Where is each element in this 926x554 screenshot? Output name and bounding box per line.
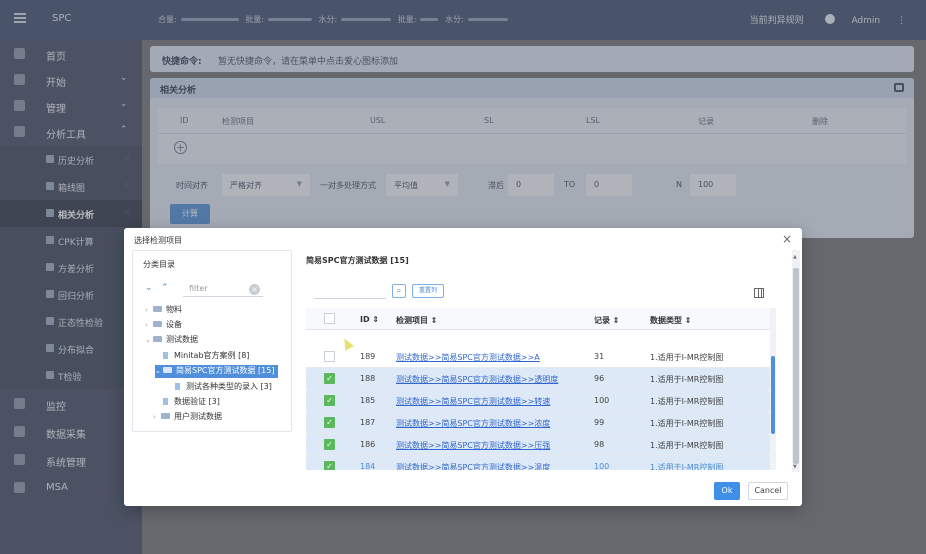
file-icon bbox=[163, 398, 168, 405]
cell-item-link[interactable]: 测试数据>>简易SPC官方测试数据>>转速 bbox=[396, 396, 550, 407]
cell-type: 1.适用于I-MR控制图 bbox=[650, 397, 724, 406]
row-checkbox[interactable]: ✓ bbox=[324, 439, 335, 450]
tree-node-validation[interactable]: 数据验证 [3] bbox=[163, 396, 220, 409]
header-label: 检测项目 bbox=[396, 316, 428, 325]
select-item-dialog: 选择检测项目 × 分类目录 ⌄ ⌃ filter × › 物料 › 设备 ⌄ 测试数据… bbox=[124, 228, 802, 506]
cell-records: 100 bbox=[594, 396, 610, 405]
folder-open-icon bbox=[153, 336, 162, 342]
cell-item-link[interactable]: 测试数据>>简易SPC官方测试数据>>温度 bbox=[396, 462, 550, 470]
cell-item-link[interactable]: 测试数据>>简易SPC官方测试数据>>浓度 bbox=[396, 418, 550, 429]
tree-label: 简易SPC官方测试数据 [15] bbox=[176, 366, 275, 375]
item-list-title: 简易SPC官方测试数据 [15] bbox=[306, 256, 409, 265]
header-label: 数据类型 bbox=[650, 316, 682, 325]
cell-type: 1.适用于I-MR控制图 bbox=[650, 375, 724, 384]
tree-node-minitab[interactable]: Minitab官方案例 [8] bbox=[163, 350, 249, 363]
tree-node-official-test[interactable]: ⌄ 简易SPC官方测试数据 [15] bbox=[155, 365, 279, 378]
select-all-checkbox[interactable] bbox=[324, 313, 335, 324]
cell-records: 31 bbox=[594, 352, 605, 361]
row-checkbox[interactable] bbox=[324, 351, 335, 362]
row-checkbox[interactable]: ✓ bbox=[324, 373, 335, 384]
header-id: ID ⇕ bbox=[360, 315, 380, 324]
table-scrollbar[interactable] bbox=[770, 308, 776, 470]
table-row[interactable]: ✓ 188 测试数据>>简易SPC官方测试数据>>透明度 96 1.适用于I-M… bbox=[306, 368, 770, 390]
collapse-all-icon[interactable]: ⌃ bbox=[161, 283, 169, 293]
table-row[interactable]: 189 测试数据>>简易SPC官方测试数据>>A 31 1.适用于I-MR控制图 bbox=[306, 346, 770, 368]
folder-open-icon bbox=[163, 367, 172, 373]
cell-records: 98 bbox=[594, 440, 605, 449]
tree-label: 设备 bbox=[166, 320, 182, 329]
table-row[interactable]: ✓ 186 测试数据>>简易SPC官方测试数据>>压强 98 1.适用于I-MR… bbox=[306, 434, 770, 456]
scroll-up-icon[interactable]: ▲ bbox=[793, 254, 797, 260]
table-header: ID ⇕ 检测项目 ⇕ 记录 ⇕ 数据类型 ⇕ bbox=[306, 308, 770, 330]
dialog-title: 选择检测项目 bbox=[134, 236, 182, 245]
cell-type: 1.适用于I-MR控制图 bbox=[650, 419, 724, 428]
cell-type: 1.适用于I-MR控制图 bbox=[650, 441, 724, 450]
tree-node-user-test[interactable]: › 用户测试数据 bbox=[153, 411, 222, 424]
filter-placeholder: filter bbox=[189, 284, 208, 293]
cell-id: 189 bbox=[360, 352, 376, 361]
header-label: 记录 bbox=[594, 316, 610, 325]
tree-label: 用户测试数据 bbox=[174, 412, 222, 421]
cell-item-link[interactable]: 测试数据>>简易SPC官方测试数据>>压强 bbox=[396, 440, 550, 451]
cell-id: 184 bbox=[360, 462, 376, 470]
column-toggle-icon[interactable] bbox=[754, 288, 764, 298]
tree-label: 数据验证 [3] bbox=[174, 397, 220, 406]
header-records: 记录 ⇕ bbox=[594, 316, 620, 325]
tree-node-input-types[interactable]: 测试各种类型的录入 [3] bbox=[175, 381, 272, 394]
scrollbar-thumb[interactable] bbox=[793, 268, 799, 464]
folder-icon bbox=[153, 321, 162, 327]
folder-icon bbox=[161, 413, 170, 419]
search-input[interactable] bbox=[314, 284, 386, 299]
dialog-scrollbar[interactable]: ▲ ▼ bbox=[792, 250, 800, 472]
cell-id: 188 bbox=[360, 374, 376, 383]
row-checkbox[interactable]: ✓ bbox=[324, 417, 335, 428]
search-icon[interactable]: ⌕ bbox=[392, 284, 406, 298]
tree-label: 测试各种类型的录入 [3] bbox=[186, 382, 272, 391]
tree-node-equipment[interactable]: › 设备 bbox=[145, 319, 182, 332]
row-checkbox[interactable]: ✓ bbox=[324, 461, 335, 470]
cell-item-link[interactable]: 测试数据>>简易SPC官方测试数据>>透明度 bbox=[396, 374, 558, 385]
tree-label: 测试数据 bbox=[166, 335, 198, 344]
table-row[interactable]: ✓ 187 测试数据>>简易SPC官方测试数据>>浓度 99 1.适用于I-MR… bbox=[306, 412, 770, 434]
file-icon bbox=[163, 352, 168, 359]
cell-id: 186 bbox=[360, 440, 376, 449]
expand-all-icon[interactable]: ⌄ bbox=[145, 283, 153, 293]
cell-type: 1.适用于I-MR控制图 bbox=[650, 353, 724, 362]
tree-node-material[interactable]: › 物料 bbox=[145, 304, 182, 317]
cell-id: 185 bbox=[360, 396, 376, 405]
cancel-button[interactable]: Cancel bbox=[748, 482, 788, 500]
row-checkbox[interactable]: ✓ bbox=[324, 395, 335, 406]
cell-records: 96 bbox=[594, 374, 605, 383]
ok-button[interactable]: Ok bbox=[714, 482, 740, 500]
cell-item-link[interactable]: 测试数据>>简易SPC官方测试数据>>A bbox=[396, 352, 540, 363]
reset-columns-button[interactable]: 重置列 bbox=[412, 284, 444, 298]
tree-label: Minitab官方案例 [8] bbox=[174, 351, 250, 360]
cell-type: 1.适用于I-MR控制图 bbox=[650, 463, 724, 470]
header-type: 数据类型 ⇕ bbox=[650, 316, 692, 325]
cell-records: 99 bbox=[594, 418, 605, 427]
scrollbar-thumb[interactable] bbox=[771, 356, 775, 434]
cell-id: 187 bbox=[360, 418, 376, 427]
clear-filter-icon[interactable]: × bbox=[249, 284, 260, 295]
table-row[interactable]: ✓ 184 测试数据>>简易SPC官方测试数据>>温度 100 1.适用于I-M… bbox=[306, 456, 770, 470]
close-icon[interactable]: × bbox=[782, 232, 792, 246]
category-panel: 分类目录 ⌄ ⌃ filter × › 物料 › 设备 ⌄ 测试数据 Minitab官… bbox=[132, 250, 292, 432]
item-table: ID ⇕ 检测项目 ⇕ 记录 ⇕ 数据类型 ⇕ 189 测试数据>>简易SPC官… bbox=[306, 308, 770, 470]
header-label: ID bbox=[360, 315, 370, 324]
cell-records: 100 bbox=[594, 462, 610, 470]
header-item: 检测项目 ⇕ bbox=[396, 316, 438, 325]
folder-icon bbox=[153, 306, 162, 312]
table-row[interactable]: ✓ 185 测试数据>>简易SPC官方测试数据>>转速 100 1.适用于I-M… bbox=[306, 390, 770, 412]
tree-node-test-data[interactable]: ⌄ 测试数据 bbox=[145, 334, 198, 347]
tree-label: 物料 bbox=[166, 305, 182, 314]
file-icon bbox=[175, 383, 180, 390]
scroll-down-icon[interactable]: ▼ bbox=[793, 464, 797, 470]
tree-tools: ⌄ ⌃ filter × bbox=[145, 283, 285, 297]
category-title: 分类目录 bbox=[143, 260, 175, 269]
